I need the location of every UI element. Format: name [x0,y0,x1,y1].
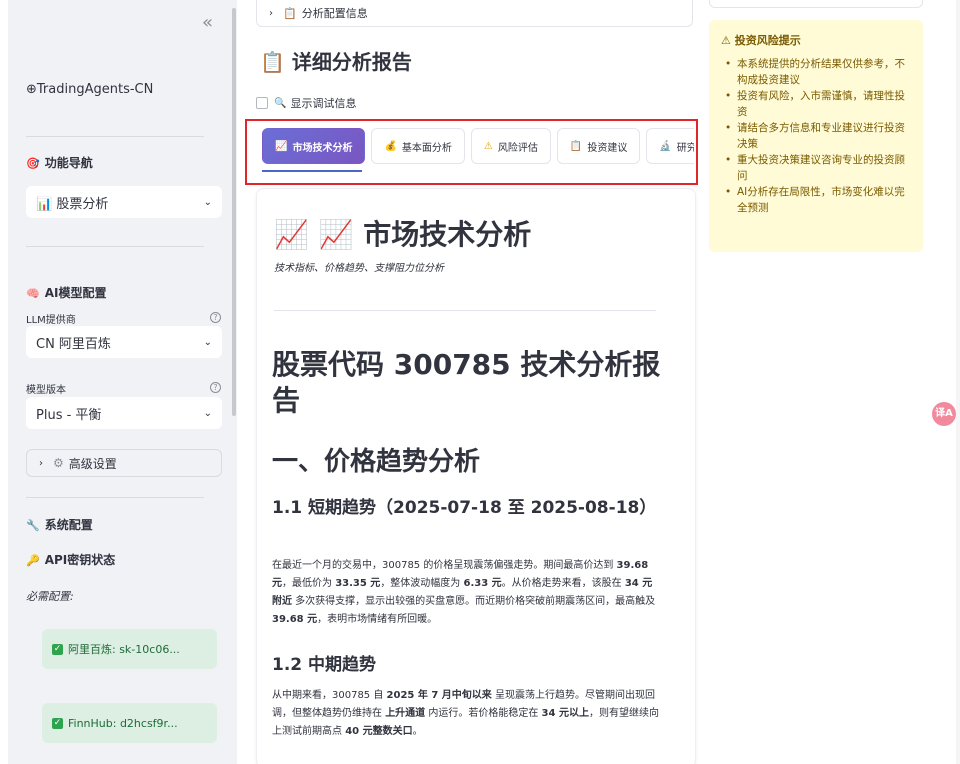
text-run: 。 [412,726,423,737]
bold-text: 6.33 元 [463,578,502,589]
text-run: ，整体波动幅度为 [380,578,464,589]
analysis-config-expander[interactable]: › 📋 分析配置信息 [256,0,693,27]
sidebar-scrollbar[interactable] [232,8,236,416]
section-heading: 📈 📈 市场技术分析 [274,218,532,251]
section-subtitle: 技术指标、价格趋势、支撑阻力位分析 [274,263,444,274]
divider [26,246,204,247]
nav-select-value: 📊 股票分析 [36,196,109,212]
model-select-value: Plus - 平衡 [36,407,102,423]
page-scrollbar[interactable] [956,0,960,764]
text-run: 。从价格走势来看，该股在 [501,578,625,589]
text-run: 在最近一个月的交易中，300785 的价格呈现震荡偏强走势。期间最高价达到 [272,560,617,571]
text-run: ，表明市场情绪有所回暖。 [317,614,438,625]
translate-button[interactable]: 译A [932,402,956,426]
clipboard-icon: 📋 [260,50,285,74]
mid-term-paragraph: 从中期来看，300785 自 2025 年 7 月中旬以来 呈现震荡上行趋势。尽… [272,687,662,741]
short-term-paragraph: 在最近一个月的交易中，300785 的价格呈现震荡偏强走势。期间最高价达到 39… [272,557,662,629]
chevron-right-icon: › [39,457,43,469]
list-item: AI分析存在局限性，市场变化难以完全预测 [721,184,911,216]
model-label: 模型版本 [26,385,66,396]
bold-text: 40 元整数关口 [345,726,413,737]
text-run: 内运行。若价格能稳定在 [425,708,542,719]
bold-text: 34 元以上 [541,708,589,719]
short-term-heading: 1.1 短期趋势（2025-07-18 至 2025-08-18） [272,498,657,518]
key-icon: 🔑 [26,554,40,567]
list-item: 投资有风险，入市需谨慎，请理性投资 [721,88,911,120]
brand-title: ⊕TradingAgents-CN [26,82,154,97]
risk-warning-box: ⚠ 投资风险提示 本系统提供的分析结果仅供参考，不构成投资建议 投资有风险，入市… [709,20,923,252]
help-icon[interactable]: ? [210,382,221,393]
chevron-down-icon: ⌄ [203,407,212,419]
wrench-icon: 🔧 [26,519,40,532]
list-item: 请结合多方信息和专业建议进行投资决策 [721,120,911,152]
nav-section-title: 🎯 功能导航 [26,154,93,171]
report-card: 📈 📈 市场技术分析 技术指标、价格趋势、支撑阻力位分析 股票代码 300785… [256,188,696,764]
advanced-settings-expander[interactable]: › ⚙ 高级设置 [26,449,222,477]
list-item: 重大投资决策建议咨询专业的投资顾问 [721,152,911,184]
api-key-status: ✓ FinnHub: d2hcsf9r... [42,703,217,743]
help-icon[interactable]: ? [210,312,221,323]
divider [274,310,656,311]
debug-checkbox[interactable]: 🔍 显示调试信息 [256,95,356,111]
llm-select[interactable]: CN 阿里百炼 ⌄ [26,326,222,358]
divider [26,136,204,137]
brain-icon: 🧠 [26,287,40,300]
bold-text: 2025 年 7 月中旬以来 [386,690,492,701]
report-subheading: 一、价格趋势分析 [272,447,481,477]
risk-warning-title: ⚠ 投资风险提示 [721,34,801,47]
check-icon: ✓ [52,717,63,729]
ai-section-title: 🧠 AI模型配置 [26,286,107,300]
checkbox[interactable] [256,97,268,109]
chart-icon: 📊 [36,196,53,212]
risk-list: 本系统提供的分析结果仅供参考，不构成投资建议 投资有风险，入市需谨慎，请理性投资… [721,56,911,216]
sys-section-title: 🔧 系统配置 [26,518,93,532]
divider [26,497,204,498]
mid-term-heading: 1.2 中期趋势 [272,655,377,675]
collapse-sidebar-button[interactable]: « [202,12,213,33]
text-run: 从中期来看，300785 自 [272,690,387,701]
gear-icon: ⚙ [53,456,64,470]
chevron-down-icon: ⌄ [203,196,212,208]
report-heading: 股票代码 300785 技术分析报告 [272,348,661,417]
required-config-note: 必需配置: [26,590,74,603]
right-top-container [709,0,923,8]
debug-label: 显示调试信息 [290,97,357,110]
llm-select-value: CN 阿里百炼 [36,336,111,352]
model-select[interactable]: Plus - 平衡 ⌄ [26,397,222,429]
api-section-title: 🔑 API密钥状态 [26,553,116,567]
llm-label: LLM提供商 [26,315,76,326]
analysis-config-label: 分析配置信息 [301,7,368,20]
clipboard-icon: 📋 [283,6,297,20]
target-icon: 🎯 [26,157,40,170]
chevron-right-icon: › [269,7,273,19]
sidebar: « ⊕TradingAgents-CN 🎯 功能导航 📊 股票分析 ⌄ 🧠 AI模型… [8,0,237,764]
list-item: 本系统提供的分析结果仅供参考，不构成投资建议 [721,56,911,88]
text-run: ，最低价为 [282,578,336,589]
bold-text: 39.68 元 [272,614,318,625]
bold-text: 33.35 元 [335,578,381,589]
advanced-settings-label: 高级设置 [68,456,117,471]
text-run: 多次获得支撑，显示出较强的买盘意愿。而近期价格突破前期震荡区间，最高触及 [292,596,656,607]
page-title: 📋 详细分析报告 [260,50,412,74]
check-icon: ✓ [52,643,63,655]
search-icon: 🔍 [274,97,287,109]
main-content: › 📋 分析配置信息 📋 详细分析报告 🔍 显示调试信息 📈 市场技术分析 💰 基本… [256,0,696,764]
tabs-highlight-box [245,119,698,185]
nav-select[interactable]: 📊 股票分析 ⌄ [26,186,222,218]
bold-text: 上升通道 [385,708,426,719]
nav-title: 功能导航 [44,156,93,170]
api-key-status: ✓ 阿里百炼: sk-10c06... [42,629,217,669]
chevron-down-icon: ⌄ [203,336,212,348]
